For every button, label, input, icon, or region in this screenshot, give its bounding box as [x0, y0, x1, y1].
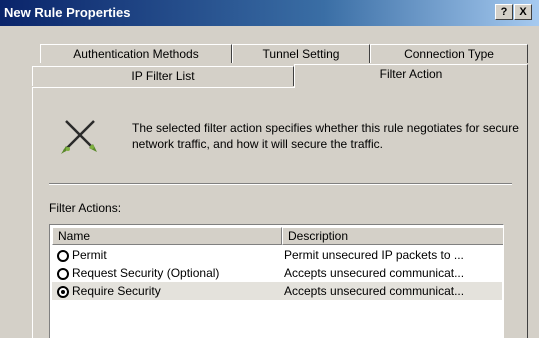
filter-action-icon — [58, 113, 102, 160]
separator — [49, 183, 512, 185]
row-name: Request Security (Optional) — [72, 266, 220, 280]
row-name: Require Security — [72, 284, 161, 298]
list-item-request-security[interactable]: Request Security (Optional) Accepts unse… — [52, 264, 502, 282]
title-bar[interactable]: New Rule Properties ? X — [0, 0, 539, 26]
radio-button[interactable] — [57, 250, 69, 262]
column-header-name[interactable]: Name — [52, 227, 282, 245]
column-header-description[interactable]: Description — [282, 227, 503, 245]
tab-tunnel-setting[interactable]: Tunnel Setting — [232, 44, 370, 63]
window-title: New Rule Properties — [4, 5, 131, 20]
row-description: Permit unsecured IP packets to ... — [284, 248, 464, 262]
help-button[interactable]: ? — [495, 4, 513, 20]
tab-authentication-methods[interactable]: Authentication Methods — [40, 44, 232, 63]
row-description: Accepts unsecured communicat... — [284, 284, 465, 298]
list-item-permit[interactable]: Permit Permit unsecured IP packets to ..… — [52, 246, 502, 264]
row-description: Accepts unsecured communicat... — [284, 266, 465, 280]
radio-button[interactable] — [57, 268, 69, 280]
tab-connection-type[interactable]: Connection Type — [370, 44, 528, 63]
list-item-require-security[interactable]: Require Security Accepts unsecured commu… — [52, 282, 502, 300]
tab-filter-action[interactable]: Filter Action — [294, 64, 528, 88]
row-name: Permit — [72, 248, 107, 262]
dialog-window: New Rule Properties ? X Authentication M… — [0, 0, 539, 338]
close-button[interactable]: X — [514, 4, 532, 20]
filter-actions-list[interactable]: Name Description Permit Permit unsecured… — [49, 224, 504, 338]
filter-actions-label: Filter Actions: — [49, 201, 122, 215]
tab-ip-filter-list[interactable]: IP Filter List — [32, 66, 294, 86]
radio-button-selected[interactable] — [57, 286, 69, 298]
radio-dot — [61, 290, 65, 294]
filter-action-description: The selected filter action specifies whe… — [132, 121, 519, 151]
